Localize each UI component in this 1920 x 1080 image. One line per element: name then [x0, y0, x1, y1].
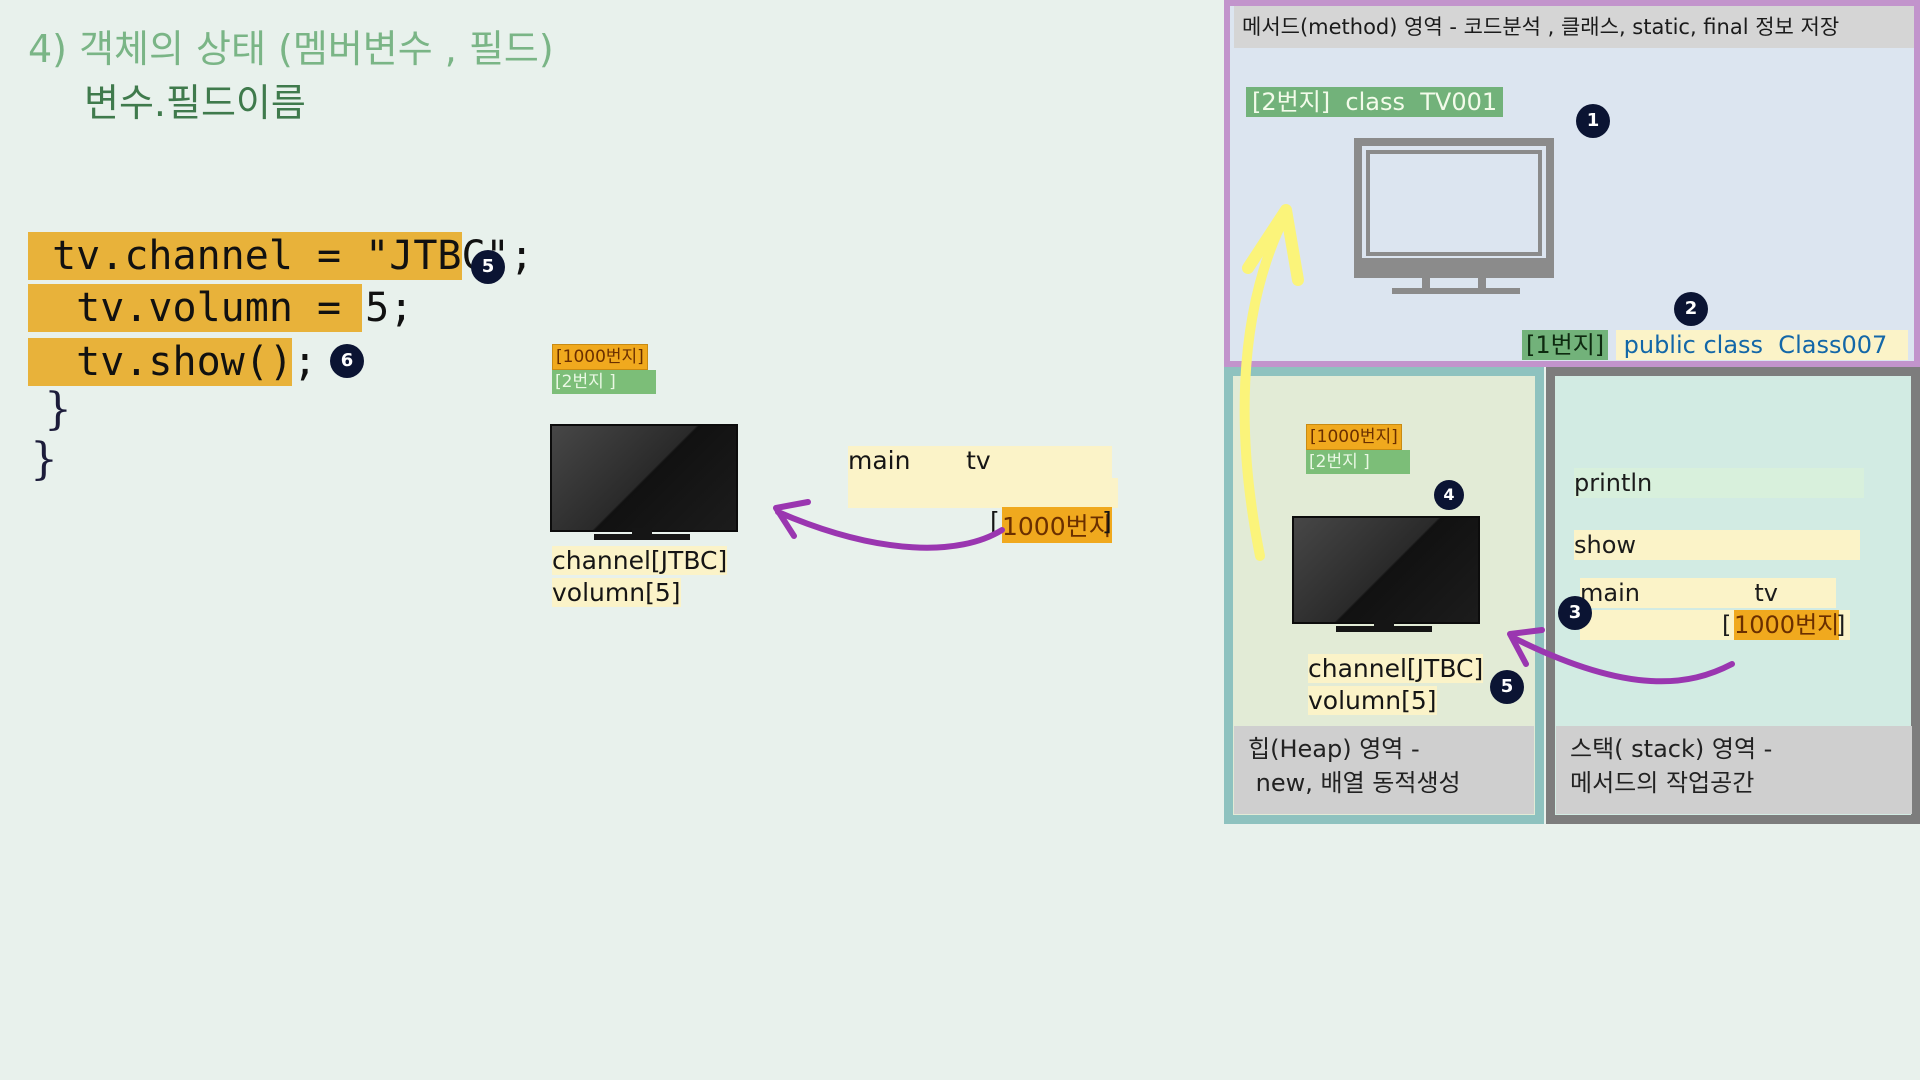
heap-field-volumn: volumn[5] [1308, 686, 1437, 715]
addr-bracket-close: ] [1102, 507, 1112, 536]
heap-object-address-tag: [1000번지] [1306, 424, 1402, 450]
heap-field-channel: channel[JTBC] [1308, 654, 1484, 683]
heap-to-method-arrow-icon [1239, 204, 1304, 561]
heap-class-address-tag: [2번지 ] [1306, 450, 1410, 474]
addr-bracket-close: ] [1836, 611, 1846, 639]
tv-outline-icon [1354, 138, 1554, 294]
class007-label: public class Class007 [1616, 330, 1908, 360]
stack-to-heap-arrow-icon [1507, 627, 1735, 685]
code-line-channel: tv.channel = "JTBC"; [28, 232, 534, 280]
stack-reference-address: 1000번지 [1734, 610, 1840, 640]
class-tv001-tag: [2번지] class TV001 [1246, 87, 1504, 117]
closing-brace-method: } [44, 384, 72, 435]
section-heading: 4) 객체의 상태 (멤버변수 , 필드) [28, 27, 554, 71]
stack-area-footer: 스택( stack) 영역 - 메서드의 작업공간 [1556, 726, 1912, 814]
code-line-volumn: tv.volumn = 5; [28, 284, 414, 332]
class-address-tag: [2번지 ] [552, 370, 656, 394]
class007-address-tag: [1번지] [1522, 330, 1609, 360]
stack-frame-show: show [1574, 530, 1860, 560]
heap-tv-icon [1292, 516, 1480, 634]
stack-frame-println: println [1574, 468, 1864, 498]
step-badge-1: 1 [1576, 104, 1610, 138]
field-channel: channel[JTBC] [552, 546, 728, 575]
field-volumn: volumn[5] [552, 578, 681, 607]
step-badge-2: 2 [1674, 292, 1708, 326]
stack-frame-main-row: main tv [848, 446, 1112, 478]
heap-area-footer: 힙(Heap) 영역 - new, 배열 동적생성 [1234, 726, 1534, 814]
closing-brace-class: } [30, 434, 58, 485]
object-address-tag: [1000번지] [552, 344, 648, 370]
section-subheading: 변수.필드이름 [84, 81, 306, 125]
code-line-show: tv.show(); [28, 338, 317, 386]
step-badge-4: 4 [1434, 480, 1464, 510]
method-area [1224, 0, 1920, 367]
tv-icon [550, 424, 738, 542]
reference-arrow-icon [773, 499, 1005, 551]
method-area-header: 메서드(method) 영역 - 코드분석 , 클래스, static, fin… [1234, 6, 1914, 48]
step-badge-6: 6 [330, 344, 364, 378]
step-badge-5: 5 [471, 250, 505, 284]
stack-frame-main: main tv [1580, 578, 1836, 608]
